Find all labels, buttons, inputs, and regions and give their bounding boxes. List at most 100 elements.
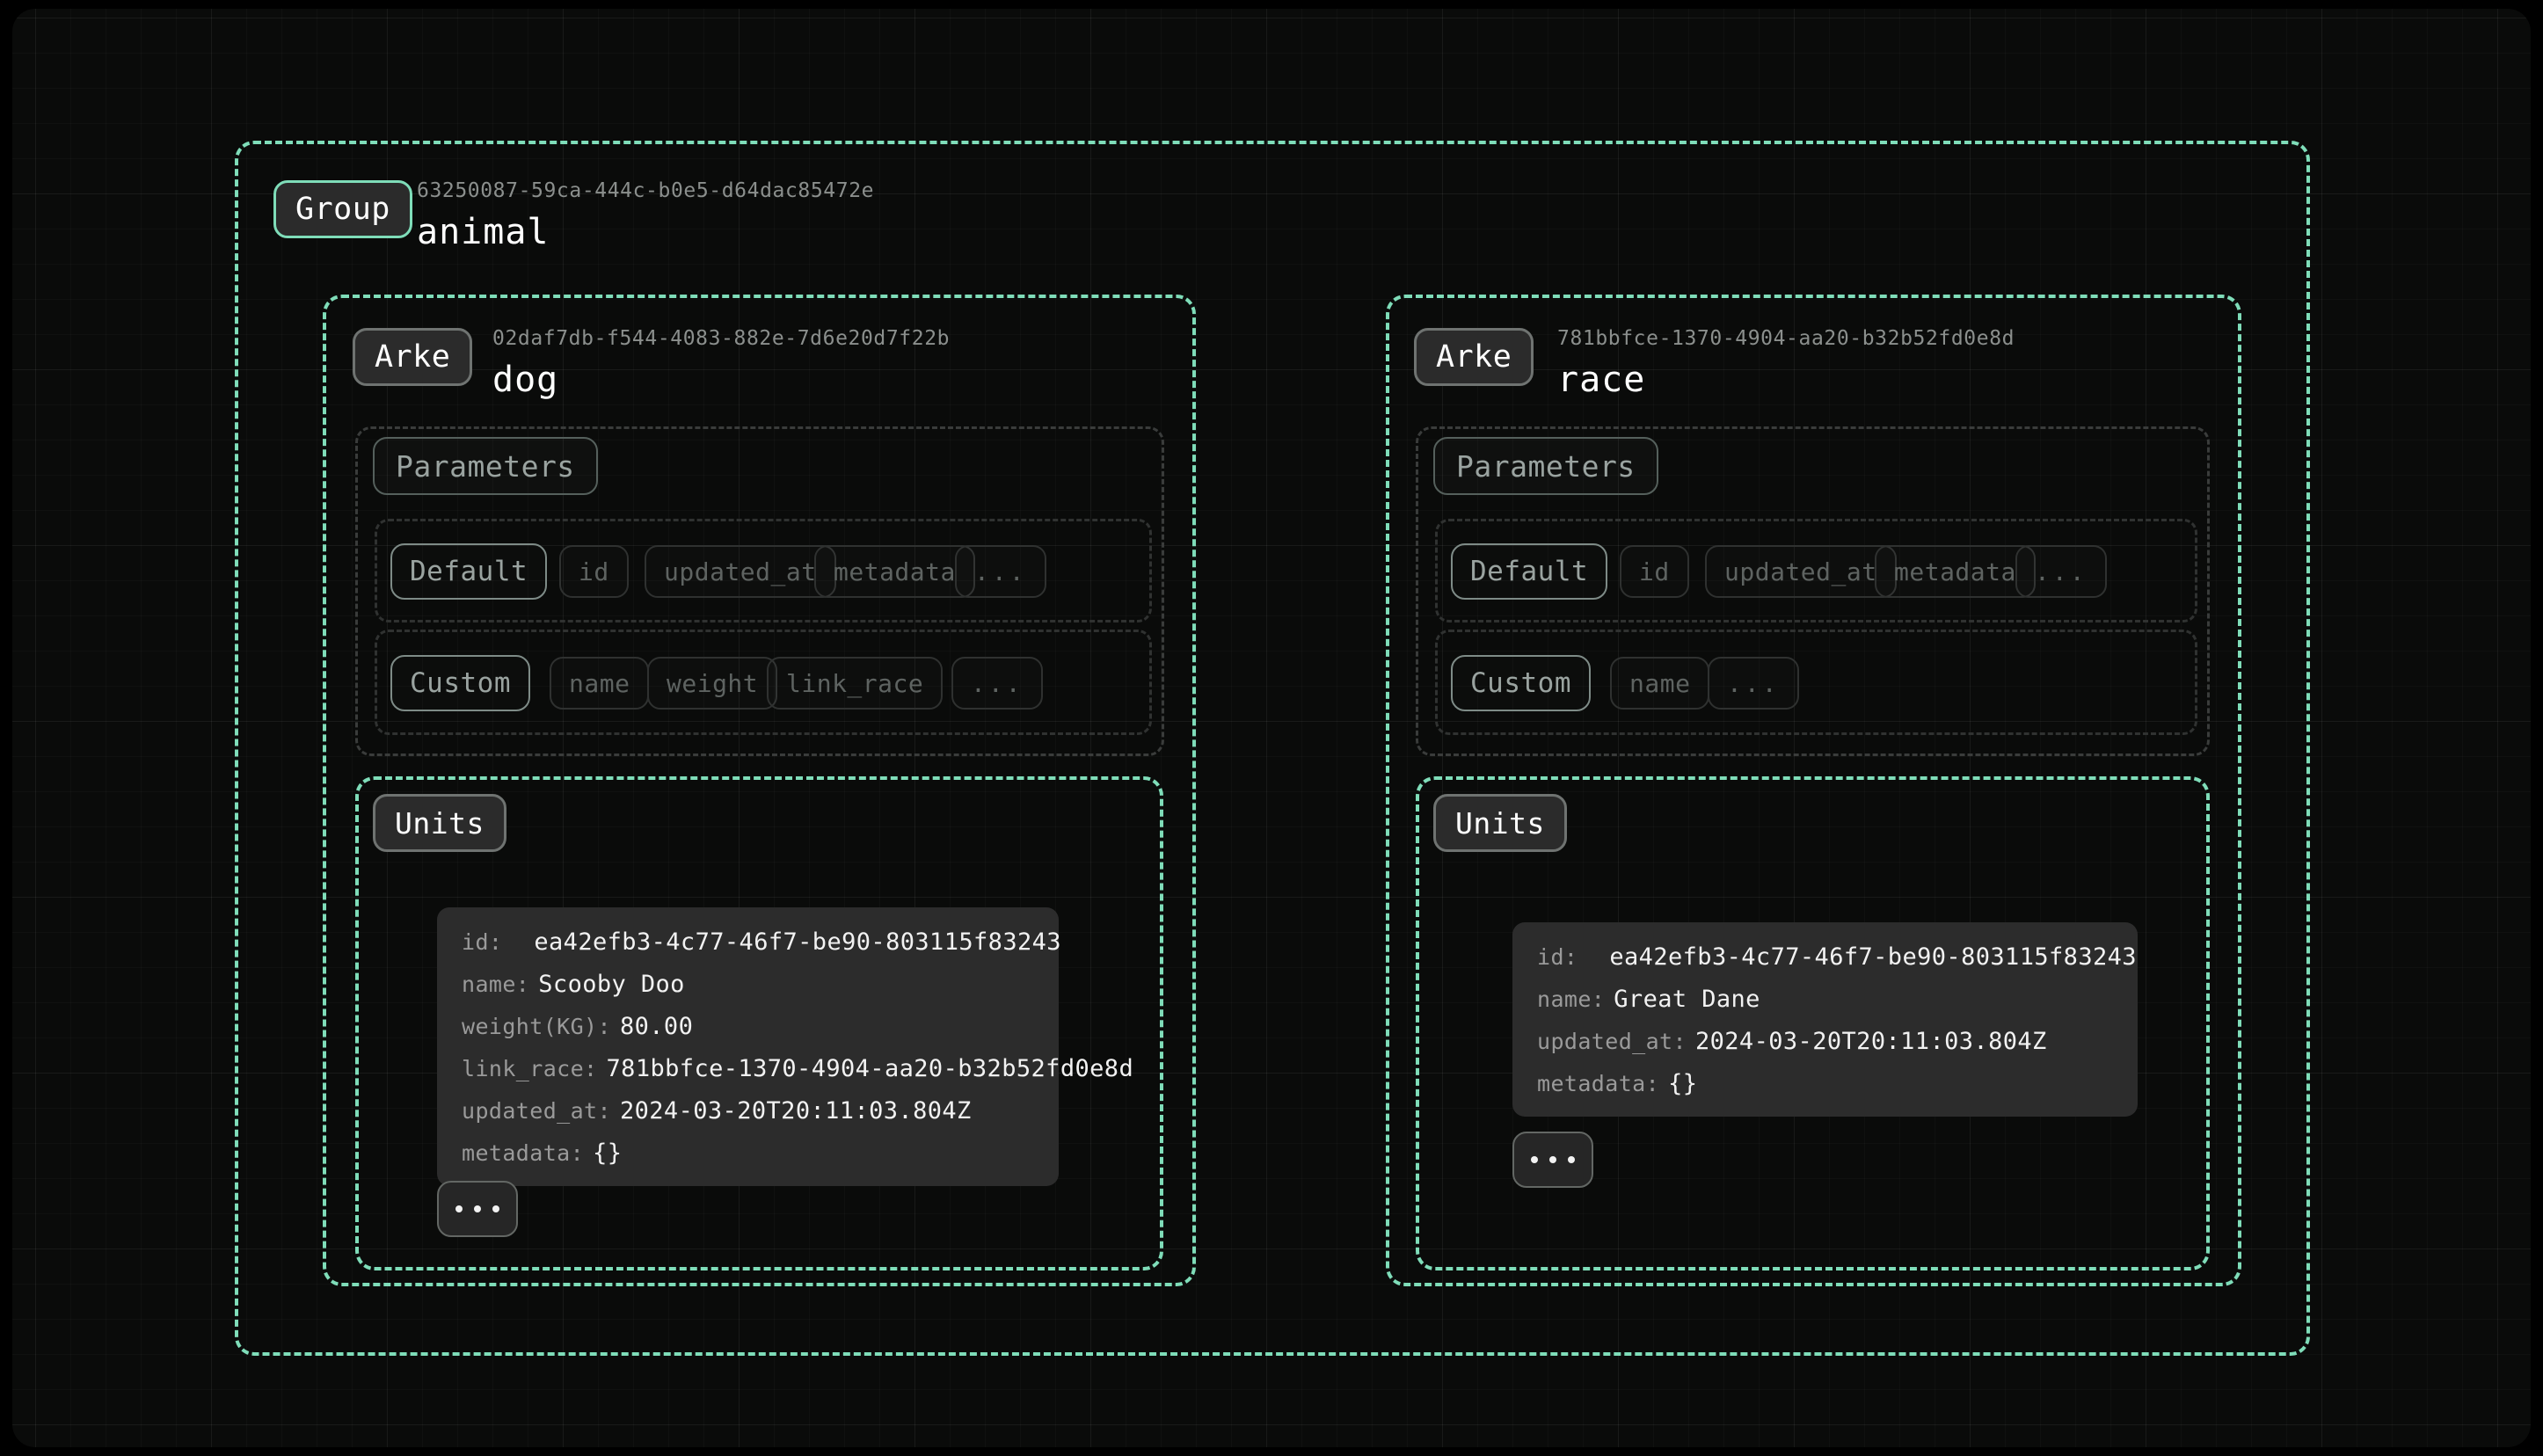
unit-field-key: id: bbox=[462, 931, 502, 953]
unit-field-value: ea42efb3-4c77-46f7-be90-803115f83243 bbox=[534, 930, 1061, 954]
grid-viewport: Group 63250087-59ca-444c-b0e5-d64dac8547… bbox=[12, 9, 2531, 1447]
ellipsis-dot-icon bbox=[474, 1205, 481, 1212]
param-field-default-0-race[interactable]: id bbox=[1620, 545, 1689, 598]
unit-field-row: updated_at: 2024-03-20T20:11:03.804Z bbox=[1537, 1030, 2113, 1053]
arke-header-dog: 02daf7db-f544-4083-882e-7d6e20d7f22b dog bbox=[492, 329, 950, 402]
arke-header-race: 781bbfce-1370-4904-aa20-b32b52fd0e8d rac… bbox=[1557, 329, 2015, 402]
param-field-label: updated_at bbox=[664, 557, 817, 586]
unit-field-value: Great Dane bbox=[1614, 987, 1760, 1011]
arke-uuid-dog: 02daf7db-f544-4083-882e-7d6e20d7f22b bbox=[492, 329, 950, 349]
arke-badge-dog[interactable]: Arke bbox=[353, 328, 472, 386]
group-uuid: 63250087-59ca-444c-b0e5-d64dac85472e bbox=[417, 181, 874, 201]
arke-uuid-race: 781bbfce-1370-4904-aa20-b32b52fd0e8d bbox=[1557, 329, 2015, 349]
unit-field-value: ea42efb3-4c77-46f7-be90-803115f83243 bbox=[1609, 945, 2137, 969]
param-field-custom-1-dog[interactable]: weight bbox=[647, 657, 777, 710]
parameters-badge-label: Parameters bbox=[396, 449, 575, 484]
unit-field-row: name: Scooby Doo bbox=[462, 972, 1034, 996]
param-field-label: link_race bbox=[786, 669, 923, 698]
param-field-label: name bbox=[1629, 669, 1690, 698]
unit-record-card-race[interactable]: id: ea42efb3-4c77-46f7-be90-803115f83243… bbox=[1512, 922, 2138, 1117]
param-field-default-2-race[interactable]: metadata bbox=[1875, 545, 2036, 598]
param-field-label: ... bbox=[2035, 557, 2088, 586]
param-field-default-1-race[interactable]: updated_at bbox=[1705, 545, 1897, 598]
group-name: animal bbox=[417, 210, 874, 254]
unit-field-value: 2024-03-20T20:11:03.804Z bbox=[620, 1099, 972, 1123]
unit-field-value: 2024-03-20T20:11:03.804Z bbox=[1695, 1030, 2047, 1053]
unit-field-value: 781bbfce-1370-4904-aa20-b32b52fd0e8d bbox=[607, 1057, 1134, 1081]
ellipsis-dot-icon bbox=[1531, 1156, 1538, 1163]
ellipsis-dot-icon bbox=[1549, 1156, 1556, 1163]
param-field-label: weight bbox=[667, 669, 758, 698]
unit-field-row: weight(KG): 80.00 bbox=[462, 1015, 1034, 1038]
ellipsis-dot-icon bbox=[455, 1205, 463, 1212]
units-badge-label: Units bbox=[395, 806, 485, 841]
unit-field-value: 80.00 bbox=[620, 1015, 693, 1038]
custom-label-text: Custom bbox=[1470, 667, 1571, 699]
group-header: 63250087-59ca-444c-b0e5-d64dac85472e ani… bbox=[417, 181, 874, 254]
unit-field-key: name: bbox=[1537, 988, 1605, 1010]
arke-name-race: race bbox=[1557, 358, 2015, 402]
unit-field-key: link_race: bbox=[462, 1058, 598, 1080]
param-field-label: ... bbox=[971, 669, 1024, 698]
param-field-custom-0-race[interactable]: name bbox=[1610, 657, 1709, 710]
unit-field-key: updated_at: bbox=[1537, 1030, 1687, 1052]
default-label-text: Default bbox=[410, 556, 528, 587]
unit-record-card-dog[interactable]: id: ea42efb3-4c77-46f7-be90-803115f83243… bbox=[437, 907, 1059, 1186]
unit-field-key: updated_at: bbox=[462, 1100, 611, 1122]
unit-field-row: metadata: {} bbox=[1537, 1072, 2113, 1096]
parameters-custom-label-race[interactable]: Custom bbox=[1451, 655, 1591, 711]
parameters-badge-dog[interactable]: Parameters bbox=[373, 437, 598, 495]
param-field-label: metadata bbox=[1894, 557, 2016, 586]
units-badge-dog[interactable]: Units bbox=[373, 794, 506, 852]
param-field-custom-more-dog[interactable]: ... bbox=[951, 657, 1043, 710]
unit-field-value: {} bbox=[593, 1141, 622, 1165]
parameters-badge-race[interactable]: Parameters bbox=[1433, 437, 1658, 495]
unit-field-row: name: Great Dane bbox=[1537, 987, 2113, 1011]
unit-field-row: id: ea42efb3-4c77-46f7-be90-803115f83243 bbox=[462, 930, 1034, 954]
units-badge-label: Units bbox=[1455, 806, 1545, 841]
unit-field-key: weight(KG): bbox=[462, 1016, 611, 1037]
ellipsis-dot-icon bbox=[1568, 1156, 1575, 1163]
unit-field-key: metadata: bbox=[462, 1142, 584, 1164]
unit-field-value: Scooby Doo bbox=[538, 972, 685, 996]
arke-badge-label: Arke bbox=[375, 339, 450, 375]
unit-field-row: updated_at: 2024-03-20T20:11:03.804Z bbox=[462, 1099, 1034, 1123]
default-label-text: Default bbox=[1470, 556, 1588, 587]
units-badge-race[interactable]: Units bbox=[1433, 794, 1567, 852]
param-field-custom-more-race[interactable]: ... bbox=[1708, 657, 1799, 710]
unit-field-key: id: bbox=[1537, 946, 1578, 968]
param-field-custom-2-dog[interactable]: link_race bbox=[767, 657, 943, 710]
arke-badge-race[interactable]: Arke bbox=[1414, 328, 1534, 386]
param-field-default-more-dog[interactable]: ... bbox=[955, 545, 1046, 598]
parameters-badge-label: Parameters bbox=[1456, 449, 1636, 484]
param-field-default-1-dog[interactable]: updated_at bbox=[645, 545, 836, 598]
custom-label-text: Custom bbox=[410, 667, 511, 699]
param-field-label: id bbox=[1639, 557, 1670, 586]
unit-field-value: {} bbox=[1668, 1072, 1697, 1096]
units-more-button-dog[interactable] bbox=[437, 1181, 518, 1237]
param-field-default-2-dog[interactable]: metadata bbox=[814, 545, 975, 598]
arke-badge-label: Arke bbox=[1436, 339, 1512, 375]
diagram-canvas: Group 63250087-59ca-444c-b0e5-d64dac8547… bbox=[0, 0, 2543, 1456]
ellipsis-dot-icon bbox=[492, 1205, 499, 1212]
unit-field-key: metadata: bbox=[1537, 1073, 1659, 1095]
parameters-custom-label-dog[interactable]: Custom bbox=[390, 655, 530, 711]
arke-name-dog: dog bbox=[492, 358, 950, 402]
unit-field-row: id: ea42efb3-4c77-46f7-be90-803115f83243 bbox=[1537, 945, 2113, 969]
group-badge[interactable]: Group bbox=[273, 180, 412, 238]
group-badge-label: Group bbox=[295, 192, 390, 227]
param-field-label: ... bbox=[974, 557, 1027, 586]
parameters-default-label-race[interactable]: Default bbox=[1451, 543, 1607, 600]
unit-field-key: name: bbox=[462, 973, 529, 995]
param-field-label: metadata bbox=[834, 557, 956, 586]
param-field-label: updated_at bbox=[1724, 557, 1877, 586]
param-field-custom-0-dog[interactable]: name bbox=[550, 657, 649, 710]
parameters-default-label-dog[interactable]: Default bbox=[390, 543, 547, 600]
param-field-label: ... bbox=[1727, 669, 1780, 698]
param-field-default-0-dog[interactable]: id bbox=[559, 545, 629, 598]
param-field-label: name bbox=[569, 669, 630, 698]
units-more-button-race[interactable] bbox=[1512, 1132, 1593, 1188]
unit-field-row: link_race: 781bbfce-1370-4904-aa20-b32b5… bbox=[462, 1057, 1034, 1081]
param-field-label: id bbox=[579, 557, 609, 586]
param-field-default-more-race[interactable]: ... bbox=[2015, 545, 2107, 598]
